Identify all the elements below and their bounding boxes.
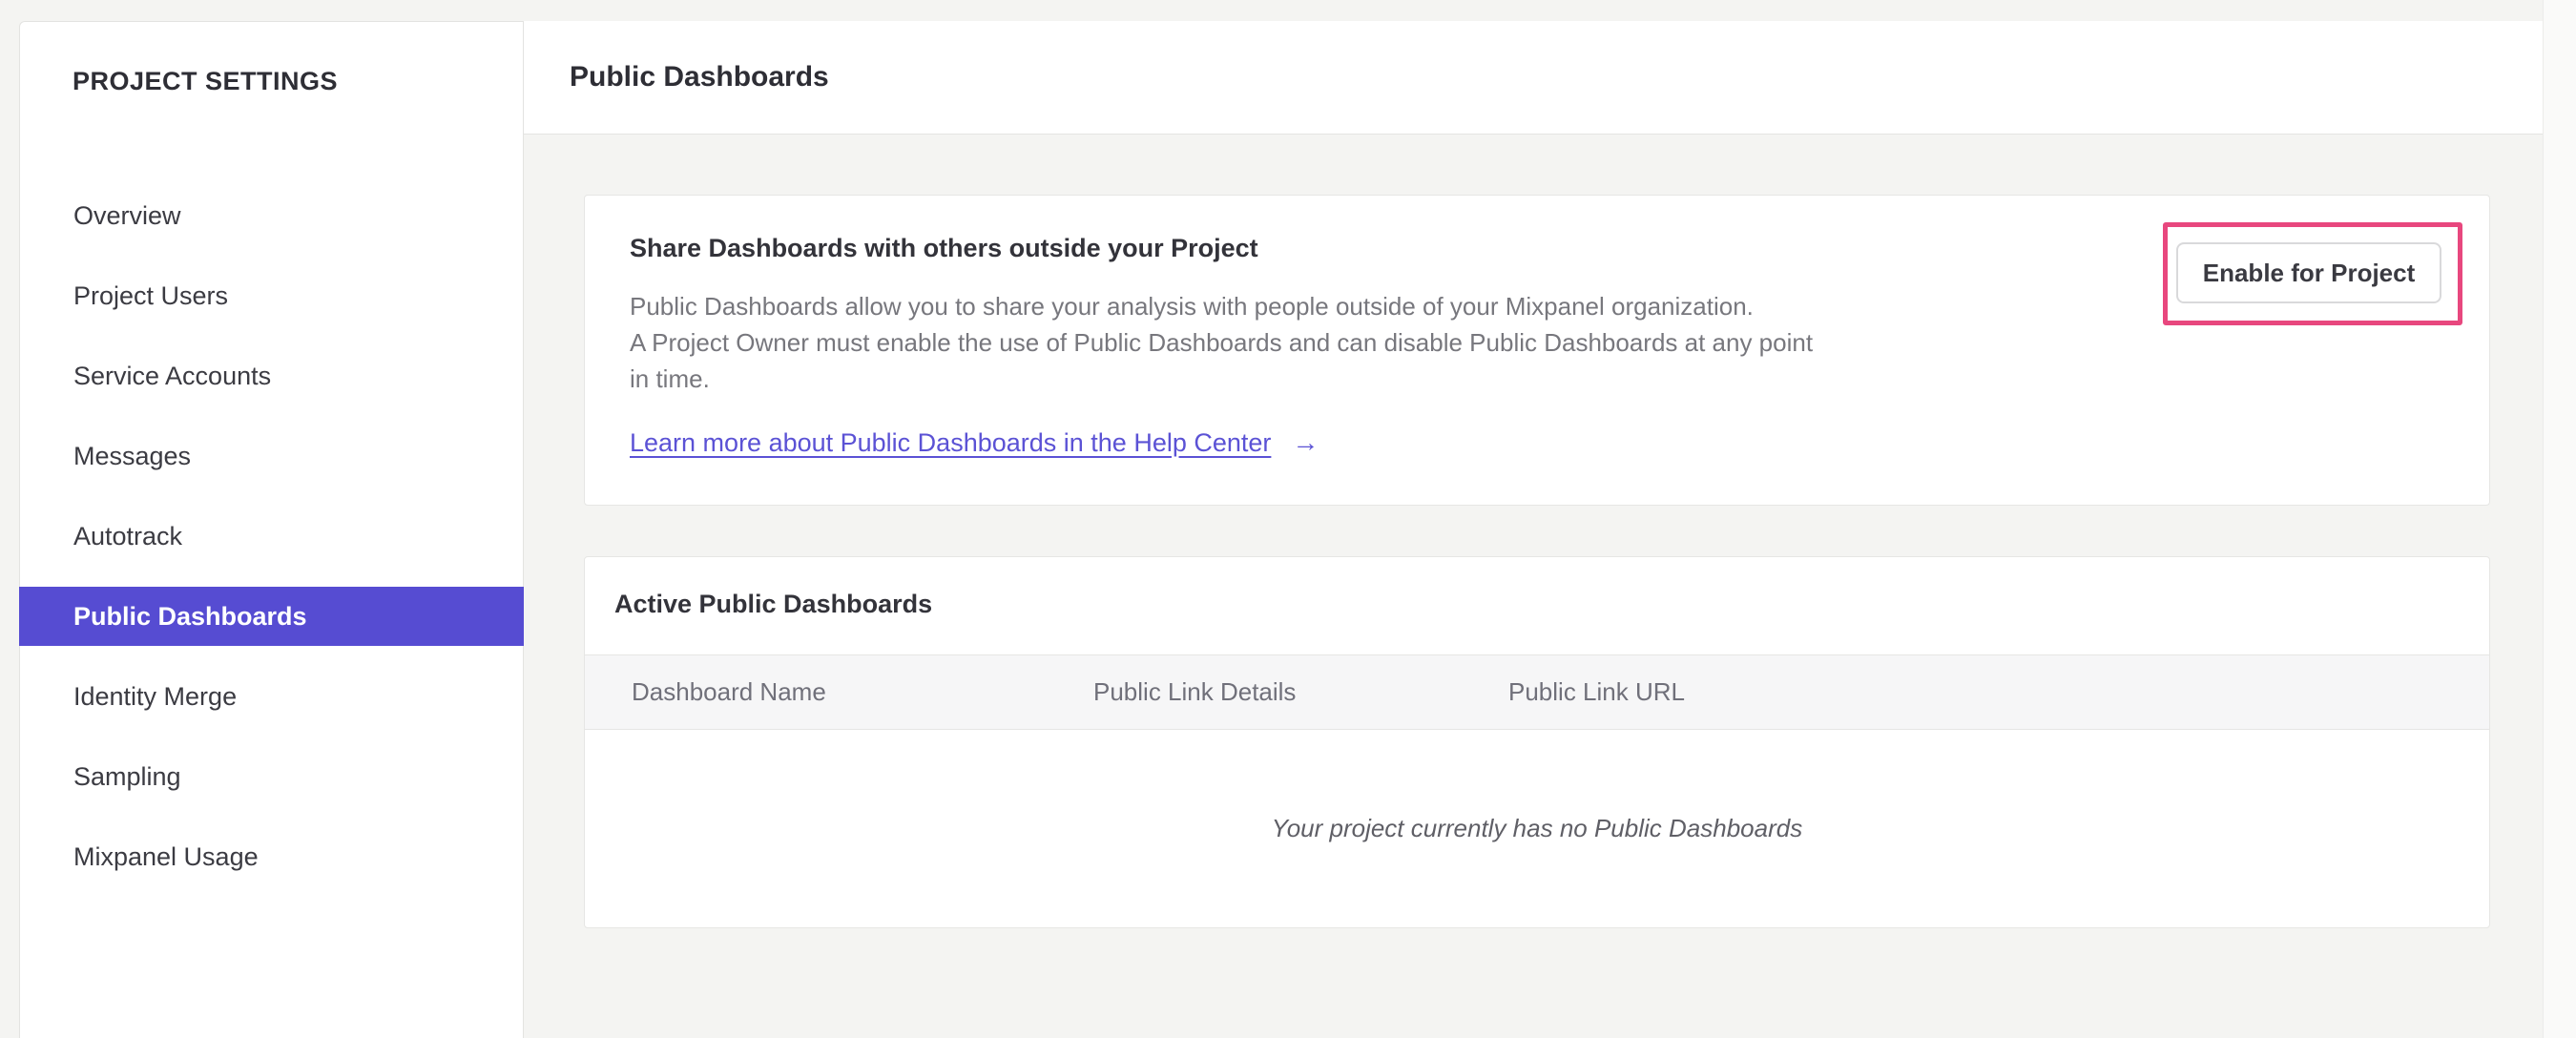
description-line-2: A Project Owner must enable the use of P… — [630, 328, 1814, 357]
page-title: Public Dashboards — [570, 61, 829, 93]
sidebar-item-overview[interactable]: Overview — [20, 186, 523, 245]
main-header: Public Dashboards — [524, 21, 2543, 135]
description-line-1: Public Dashboards allow you to share you… — [630, 292, 1754, 321]
sidebar-nav: Overview Project Users Service Accounts Mes… — [19, 186, 524, 907]
sidebar-item-identity-merge[interactable]: Identity Merge — [20, 667, 523, 726]
sidebar-item-mixpanel-usage[interactable]: Mixpanel Usage — [20, 827, 523, 886]
table-column-header-public-link-details: Public Link Details — [1093, 677, 1297, 706]
sidebar-item-service-accounts[interactable]: Service Accounts — [20, 346, 523, 405]
share-card-description: Public Dashboards allow you to share you… — [630, 288, 1813, 397]
sidebar-item-autotrack[interactable]: Autotrack — [20, 507, 523, 566]
table-column-header-dashboard-name: Dashboard Name — [632, 677, 826, 706]
enable-for-project-button[interactable]: Enable for Project — [2176, 242, 2441, 303]
active-card-heading: Active Public Dashboards — [614, 590, 933, 618]
sidebar-item-messages[interactable]: Messages — [20, 426, 523, 486]
help-link-row: Learn more about Public Dashboards in th… — [630, 425, 1319, 461]
table-column-header-public-link-url: Public Link URL — [1508, 677, 1685, 706]
share-card-heading: Share Dashboards with others outside you… — [630, 234, 1258, 262]
empty-state-message: Your project currently has no Public Das… — [1271, 814, 1803, 842]
project-settings-sidebar: PROJECT SETTINGS Overview Project Users Se… — [19, 21, 524, 1038]
active-dashboards-card: Active Public Dashboards Dashboard Name P… — [584, 556, 2490, 928]
sidebar-item-sampling[interactable]: Sampling — [20, 747, 523, 806]
page-root: { "colors": { "accent_purple": "#564CD2"… — [0, 0, 2576, 1038]
share-dashboards-card: Share Dashboards with others outside you… — [584, 195, 2490, 506]
help-center-link[interactable]: Learn more about Public Dashboards in th… — [630, 428, 1271, 457]
arrow-right-icon: → — [1292, 427, 1319, 457]
dashboards-table-header: Dashboard Name Public Link Details Public … — [585, 654, 2489, 730]
sidebar-item-public-dashboards[interactable]: Public Dashboards — [19, 587, 524, 646]
sidebar-item-project-users[interactable]: Project Users — [20, 266, 523, 325]
sidebar-title: PROJECT SETTINGS — [73, 67, 339, 95]
scrollbar-track[interactable] — [2543, 0, 2576, 1038]
description-line-3: in time. — [630, 364, 710, 393]
